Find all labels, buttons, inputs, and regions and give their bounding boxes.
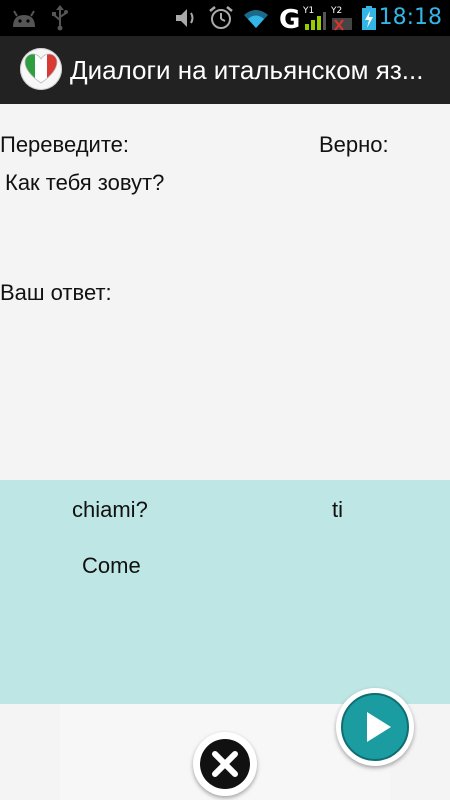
svg-text:G: G <box>279 5 300 32</box>
svg-text:Y1: Y1 <box>303 6 314 16</box>
question-prompt: Как тебя зовут? <box>5 170 165 195</box>
android-icon <box>6 0 42 36</box>
app-title: Диалоги на итальянском яз... <box>70 55 424 85</box>
word-chip[interactable]: ti <box>332 497 343 523</box>
signal-1-icon: Y1 <box>302 0 328 36</box>
battery-charging-icon <box>358 0 380 36</box>
next-button[interactable] <box>336 688 414 766</box>
word-choices-area: chiami? ti Come <box>0 480 450 704</box>
question-panel: Переведите: Верно: Как тебя зовут? Ваш о… <box>0 104 450 480</box>
signal-2-icon: Y2 <box>330 0 354 36</box>
action-bar: Диалоги на итальянском яз... <box>0 36 450 104</box>
clear-button[interactable] <box>193 732 257 796</box>
network-g-icon: G <box>276 0 304 36</box>
play-icon <box>341 693 409 761</box>
usb-icon <box>46 0 74 36</box>
wifi-icon <box>240 0 272 36</box>
answer-field[interactable] <box>0 318 400 348</box>
status-bar: G Y1 Y2 18:18 <box>0 0 450 36</box>
close-icon <box>200 739 250 789</box>
status-time: 18:18 <box>378 5 442 30</box>
screen: G Y1 Y2 18:18 Диалоги на итальянском яз.… <box>0 0 450 800</box>
word-chip[interactable]: chiami? <box>72 497 148 523</box>
alarm-icon <box>205 0 237 36</box>
word-chip[interactable]: Come <box>82 553 141 579</box>
svg-text:Y2: Y2 <box>331 6 342 16</box>
correct-label: Верно: <box>319 132 389 157</box>
italy-heart-icon[interactable] <box>20 48 62 90</box>
translate-label: Переведите: <box>0 132 130 157</box>
answer-label: Ваш ответ: <box>0 280 112 305</box>
vibrate-icon <box>172 0 200 36</box>
